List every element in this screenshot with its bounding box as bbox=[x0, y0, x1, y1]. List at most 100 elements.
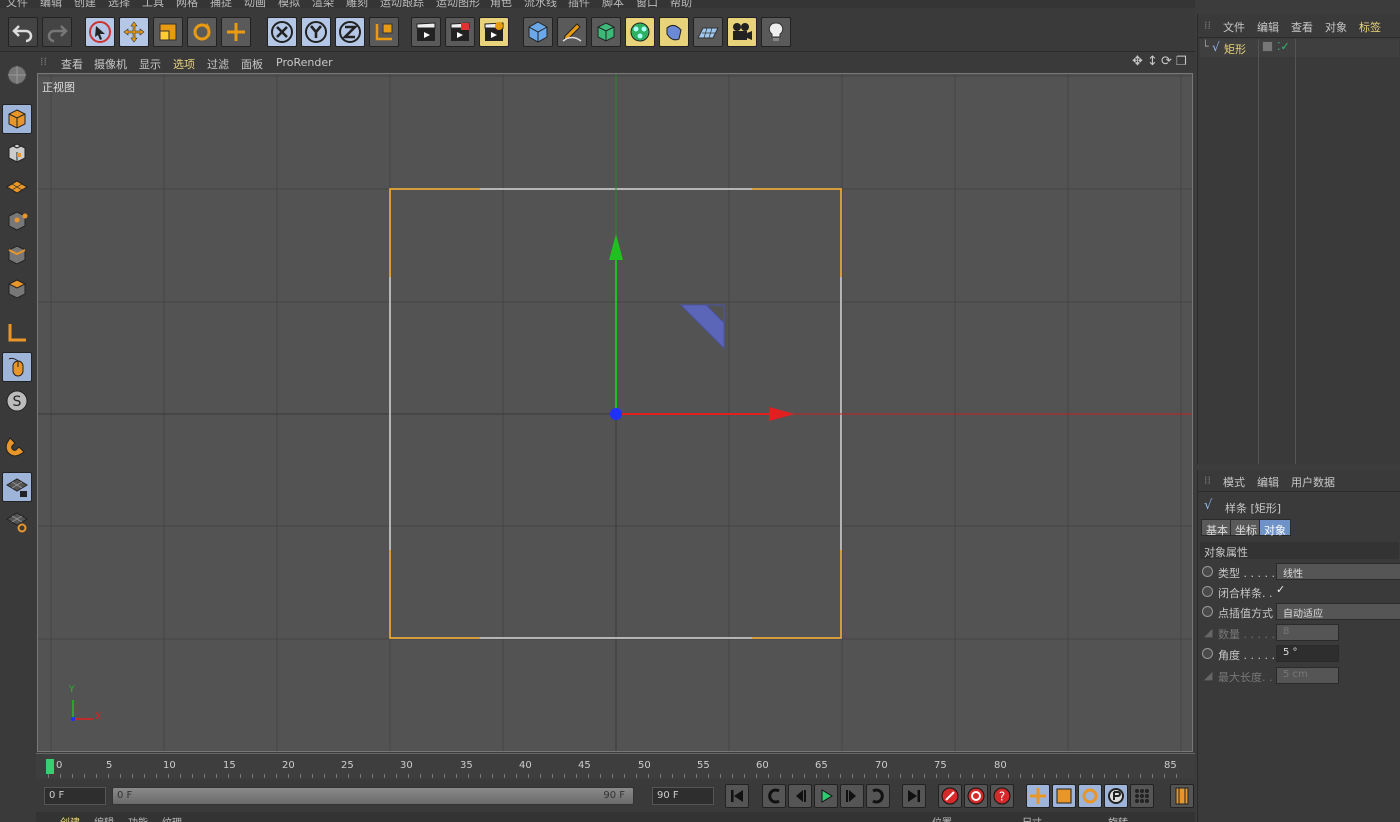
viewport-maximize-icon[interactable]: ❐ bbox=[1176, 54, 1187, 68]
texture-mode-button[interactable] bbox=[2, 138, 32, 168]
menu-select[interactable]: 选择 bbox=[108, 0, 130, 8]
move-button[interactable] bbox=[119, 17, 149, 47]
menu-snap[interactable]: 捕捉 bbox=[210, 0, 232, 8]
current-frame-field[interactable]: 0 F bbox=[44, 787, 106, 805]
menu-help[interactable]: 帮助 bbox=[670, 0, 692, 8]
angle-field[interactable]: 5 ° bbox=[1276, 645, 1339, 662]
edges-mode-button[interactable] bbox=[2, 240, 32, 270]
close-spline-checkbox[interactable]: ✓ bbox=[1276, 583, 1285, 596]
play-button[interactable] bbox=[814, 784, 838, 808]
add-cloner-button[interactable] bbox=[625, 17, 655, 47]
tweak-mode-button[interactable] bbox=[2, 352, 32, 382]
add-camera-button[interactable] bbox=[727, 17, 757, 47]
material-menu-texture[interactable]: 纹理 bbox=[162, 814, 182, 822]
menu-pipeline[interactable]: 流水线 bbox=[524, 0, 557, 8]
key-pla-button[interactable] bbox=[1130, 784, 1154, 808]
viewport-rotate-icon[interactable]: ⟳ bbox=[1161, 54, 1172, 69]
menu-edit[interactable]: 编辑 bbox=[40, 0, 62, 8]
drag-handle-icon[interactable]: ⁞⁞ bbox=[40, 55, 47, 68]
viewport-menu-prorender[interactable]: ProRender bbox=[276, 56, 333, 69]
layer-icon[interactable] bbox=[1262, 41, 1273, 52]
key-position-button[interactable] bbox=[1026, 784, 1050, 808]
front-viewport[interactable]: 正视图 Y X bbox=[37, 73, 1193, 752]
animate-radio[interactable] bbox=[1202, 566, 1213, 577]
viewport-menu-options[interactable]: 选项 bbox=[173, 56, 195, 72]
redo-button[interactable] bbox=[42, 17, 72, 47]
viewport-menu-view[interactable]: 查看 bbox=[61, 56, 83, 72]
live-select-button[interactable] bbox=[85, 17, 115, 47]
object-menu-edit[interactable]: 编辑 bbox=[1257, 19, 1279, 35]
x-axis-lock-button[interactable] bbox=[267, 17, 297, 47]
menu-file[interactable]: 文件 bbox=[6, 0, 28, 8]
menu-tools[interactable]: 工具 bbox=[142, 0, 164, 8]
menu-render[interactable]: 渲染 bbox=[312, 0, 334, 8]
points-mode-button[interactable] bbox=[2, 206, 32, 236]
add-cube-button[interactable] bbox=[523, 17, 553, 47]
viewport-menu-display[interactable]: 显示 bbox=[139, 56, 161, 72]
make-editable-button[interactable] bbox=[2, 60, 32, 90]
number-field[interactable]: 8 bbox=[1276, 624, 1339, 641]
timeline-window-button[interactable] bbox=[1170, 784, 1194, 808]
attr-menu-userdata[interactable]: 用户数据 bbox=[1291, 474, 1335, 490]
menu-mesh[interactable]: 网格 bbox=[176, 0, 198, 8]
render-settings-button[interactable] bbox=[479, 17, 509, 47]
recent-tools-button[interactable] bbox=[221, 17, 251, 47]
goto-start-button[interactable] bbox=[725, 784, 749, 808]
menu-simulate[interactable]: 模拟 bbox=[278, 0, 300, 8]
menu-mograph[interactable]: 运动图形 bbox=[436, 0, 480, 8]
playhead[interactable] bbox=[46, 759, 54, 774]
tab-coord[interactable]: 坐标 bbox=[1230, 519, 1262, 537]
material-menu-edit[interactable]: 编辑 bbox=[94, 814, 114, 822]
prev-key-button[interactable] bbox=[762, 784, 786, 808]
z-axis-lock-button[interactable] bbox=[335, 17, 365, 47]
object-menu-tags[interactable]: 标签 bbox=[1359, 19, 1381, 35]
menu-sculpt[interactable]: 雕刻 bbox=[346, 0, 368, 8]
menu-animate[interactable]: 动画 bbox=[244, 0, 266, 8]
undo-button[interactable] bbox=[8, 17, 38, 47]
add-pen-button[interactable] bbox=[557, 17, 587, 47]
viewport-menu-panel[interactable]: 面板 bbox=[241, 56, 263, 72]
timeline-ruler[interactable]: 0 5 10 15 20 25 30 35 40 45 50 55 60 65 … bbox=[36, 753, 1195, 778]
render-view-button[interactable] bbox=[411, 17, 441, 47]
key-rotation-button[interactable] bbox=[1078, 784, 1102, 808]
menu-script[interactable]: 脚本 bbox=[602, 0, 624, 8]
planar-workplane-button[interactable] bbox=[2, 506, 32, 536]
add-subdivision-button[interactable] bbox=[591, 17, 621, 47]
object-name[interactable]: 矩形 bbox=[1224, 41, 1246, 57]
next-key-button[interactable] bbox=[866, 784, 890, 808]
goto-end-button[interactable] bbox=[902, 784, 926, 808]
keyframe-selection-button[interactable]: ? bbox=[990, 784, 1014, 808]
viewport-move-icon[interactable]: ✥ bbox=[1132, 54, 1143, 69]
y-axis-lock-button[interactable] bbox=[301, 17, 331, 47]
tab-basic[interactable]: 基本 bbox=[1201, 519, 1233, 537]
interpolation-dropdown[interactable]: 自动适应 bbox=[1276, 603, 1400, 620]
max-length-field[interactable]: 5 cm bbox=[1276, 667, 1339, 684]
axis-mode-button[interactable] bbox=[2, 318, 32, 348]
object-row-rectangle[interactable]: └ √ 矩形 ⁚✓ bbox=[1200, 39, 1399, 57]
locked-workplane-button[interactable] bbox=[2, 472, 32, 502]
animate-radio[interactable] bbox=[1202, 606, 1213, 617]
workplane-mode-button[interactable] bbox=[2, 172, 32, 202]
animate-radio[interactable] bbox=[1202, 648, 1213, 659]
solo-button[interactable]: S bbox=[2, 386, 32, 416]
viewport-menu-camera[interactable]: 摄像机 bbox=[94, 56, 127, 72]
tab-object[interactable]: 对象 bbox=[1259, 519, 1291, 537]
add-floor-button[interactable] bbox=[693, 17, 723, 47]
drag-handle-icon[interactable]: ⁞⁞ bbox=[1204, 474, 1211, 487]
attr-menu-mode[interactable]: 模式 bbox=[1223, 474, 1245, 490]
type-dropdown[interactable]: 线性 bbox=[1276, 563, 1400, 580]
key-parameter-button[interactable] bbox=[1104, 784, 1128, 808]
drag-handle-icon[interactable]: ⁞⁞ bbox=[1204, 19, 1211, 32]
polygons-mode-button[interactable] bbox=[2, 274, 32, 304]
scale-button[interactable] bbox=[153, 17, 183, 47]
object-menu-object[interactable]: 对象 bbox=[1325, 19, 1347, 35]
end-frame-field[interactable]: 90 F bbox=[652, 787, 714, 805]
add-deformer-button[interactable] bbox=[659, 17, 689, 47]
auto-key-button[interactable] bbox=[964, 784, 988, 808]
object-menu-file[interactable]: 文件 bbox=[1223, 19, 1245, 35]
menu-character[interactable]: 角色 bbox=[490, 0, 512, 8]
render-picture-viewer-button[interactable] bbox=[445, 17, 475, 47]
material-menu-create[interactable]: 创建 bbox=[60, 814, 80, 822]
model-mode-button[interactable] bbox=[2, 104, 32, 134]
rotate-button[interactable] bbox=[187, 17, 217, 47]
